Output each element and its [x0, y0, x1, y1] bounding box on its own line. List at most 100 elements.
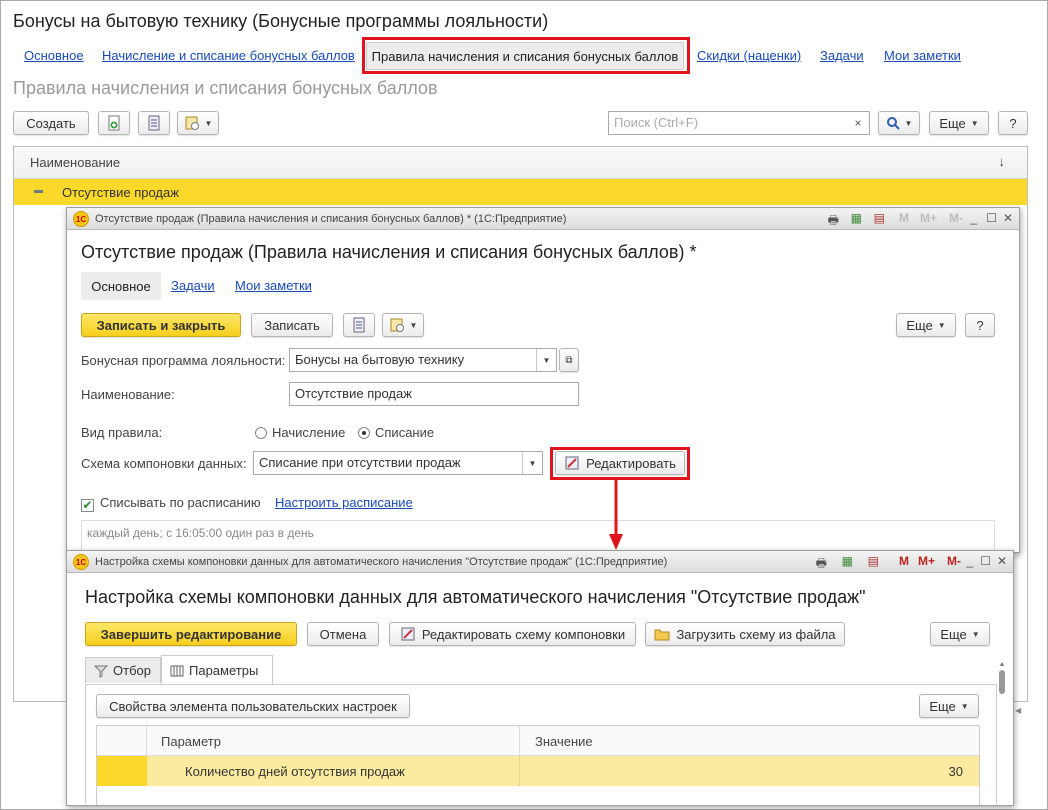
scheme-field[interactable]: Списание при отсутствии продаж ▼: [253, 451, 543, 475]
tab-accrual-writeoff[interactable]: Начисление и списание бонусных баллов: [102, 48, 355, 63]
scroll-up-icon[interactable]: ▲: [997, 661, 1007, 668]
1c-logo-icon: 1С: [73, 554, 89, 570]
open-icon[interactable]: ⧉: [559, 348, 579, 372]
minimize-icon[interactable]: _: [970, 211, 977, 225]
search-icon: [886, 117, 900, 130]
save-button[interactable]: Записать: [251, 313, 333, 337]
help-button[interactable]: ?: [965, 313, 995, 337]
scrollbar[interactable]: ▲: [997, 661, 1007, 801]
memory-m-icon[interactable]: M: [899, 211, 909, 225]
copy-button[interactable]: [98, 111, 130, 135]
row-check-cell[interactable]: [97, 756, 147, 786]
dropdown-arrow-icon[interactable]: ▼: [536, 349, 556, 371]
row-name: Отсутствие продаж: [62, 185, 179, 200]
close-icon[interactable]: ✕: [997, 554, 1007, 568]
memory-plus-icon[interactable]: M+: [920, 211, 937, 225]
more-button[interactable]: Еще ▼: [929, 111, 989, 135]
calendar-icon[interactable]: ▤: [874, 211, 885, 225]
radio-writeoff-circle[interactable]: [358, 427, 370, 439]
calculator-icon[interactable]: ▦: [842, 554, 853, 568]
highlight-rules-tab: [362, 37, 690, 74]
calendar-icon[interactable]: ▤: [868, 554, 879, 568]
scheme-settings-heading: Настройка схемы компоновки данных для ав…: [85, 587, 866, 607]
memory-minus-icon[interactable]: M-: [949, 211, 963, 225]
tab-main[interactable]: Основное: [24, 48, 84, 63]
more-button[interactable]: Еще ▼: [896, 313, 956, 337]
print-icon[interactable]: 🖶: [828, 211, 839, 232]
configure-schedule-link[interactable]: Настроить расписание: [275, 495, 413, 510]
calculator-icon[interactable]: ▦: [851, 211, 862, 225]
name-field[interactable]: Отсутствие продаж: [289, 382, 579, 406]
tab-notes[interactable]: Мои заметки: [235, 278, 312, 293]
tab-parameters[interactable]: Параметры: [161, 655, 273, 685]
1c-logo-icon: 1С: [73, 211, 89, 227]
load-scheme-label: Загрузить схему из файла: [676, 626, 836, 642]
more-button-2[interactable]: Еще ▼: [919, 694, 979, 718]
name-label: Наименование:: [81, 387, 175, 402]
tab-main[interactable]: Основное: [81, 272, 161, 300]
row-parameter-name: Количество дней отсутствия продаж: [185, 764, 405, 779]
radio-accrual-circle[interactable]: [255, 427, 267, 439]
column-name-header[interactable]: Наименование: [30, 155, 120, 170]
list-button[interactable]: [343, 313, 375, 337]
radio-writeoff[interactable]: Списание: [358, 425, 434, 440]
more-button[interactable]: Еще ▼: [930, 622, 990, 646]
parameters-table: Параметр Значение Количество дней отсутс…: [96, 725, 980, 805]
tab-tasks[interactable]: Задачи: [171, 278, 215, 293]
red-arrow-icon: [609, 480, 623, 550]
create-button[interactable]: Создать: [13, 111, 89, 135]
table-row[interactable]: Количество дней отсутствия продаж 30: [97, 756, 979, 786]
scroll-thumb[interactable]: [999, 670, 1005, 694]
memory-minus-icon[interactable]: M-: [947, 554, 961, 568]
search-button[interactable]: ▼: [878, 111, 920, 135]
table-header: Параметр Значение: [97, 726, 979, 756]
search-input[interactable]: Поиск (Ctrl+F): [608, 111, 870, 135]
checkbox-checked-icon[interactable]: ✔: [81, 499, 94, 512]
tab-filter[interactable]: Отбор: [85, 657, 161, 683]
sort-arrow-icon[interactable]: ↓: [999, 154, 1006, 169]
dropdown-arrow-icon[interactable]: ▼: [522, 452, 542, 474]
minimize-icon[interactable]: _: [966, 554, 973, 568]
finish-editing-button[interactable]: Завершить редактирование: [85, 622, 297, 646]
rule-form-window: 1С Отсутствие продаж (Правила начисления…: [66, 207, 1020, 553]
tab-notes[interactable]: Мои заметки: [884, 48, 961, 63]
print-icon[interactable]: 🖶: [816, 554, 827, 575]
collapse-icon[interactable]: [34, 190, 43, 193]
schedule-checkbox[interactable]: ✔ Списывать по расписанию: [81, 495, 261, 512]
list-button[interactable]: [138, 111, 170, 135]
list-row[interactable]: Отсутствие продаж: [14, 179, 1027, 205]
reports-dropdown-button[interactable]: ▼: [382, 313, 424, 337]
help-button[interactable]: ?: [998, 111, 1028, 135]
program-field[interactable]: Бонусы на бытовую технику ▼: [289, 348, 557, 372]
scheme-label: Схема компоновки данных:: [81, 456, 247, 471]
clear-icon[interactable]: ×: [848, 113, 868, 133]
scheme-settings-titlebar: 1С Настройка схемы компоновки данных для…: [67, 551, 1013, 573]
maximize-icon[interactable]: ☐: [986, 211, 997, 225]
highlight-edit-button: [550, 447, 690, 480]
tab-discounts[interactable]: Скидки (наценки): [697, 48, 801, 63]
user-settings-properties-button[interactable]: Свойства элемента пользовательских настр…: [96, 694, 410, 718]
tab-tasks[interactable]: Задачи: [820, 48, 864, 63]
page-title: Бонусы на бытовую технику (Бонусные прог…: [13, 11, 549, 31]
resize-arrow-icon[interactable]: ◀: [1015, 706, 1021, 715]
more-label: Еще: [906, 317, 933, 333]
reports-dropdown-button[interactable]: ▼: [177, 111, 219, 135]
save-and-close-button[interactable]: Записать и закрыть: [81, 313, 241, 337]
more-label: Еще: [939, 115, 966, 131]
column-value-header[interactable]: Значение: [535, 734, 593, 749]
copy-doc-icon: [108, 115, 120, 131]
chevron-down-icon: ▼: [960, 701, 969, 711]
radio-accrual[interactable]: Начисление: [255, 425, 345, 440]
row-parameter-value[interactable]: 30: [949, 764, 963, 779]
load-scheme-button[interactable]: Загрузить схему из файла: [645, 622, 845, 646]
memory-plus-icon[interactable]: M+: [918, 554, 935, 568]
column-parameter-header[interactable]: Параметр: [161, 734, 221, 749]
maximize-icon[interactable]: ☐: [980, 554, 991, 568]
chevron-down-icon: ▼: [971, 629, 980, 639]
edit-scheme-button[interactable]: Редактировать схему компоновки: [389, 622, 636, 646]
memory-m-icon[interactable]: M: [899, 554, 909, 568]
schedule-description: каждый день; с 16:05:00 один раз в день: [81, 520, 995, 552]
close-icon[interactable]: ✕: [1003, 211, 1013, 225]
cancel-button[interactable]: Отмена: [307, 622, 379, 646]
edit-scheme-icon: [401, 627, 415, 641]
